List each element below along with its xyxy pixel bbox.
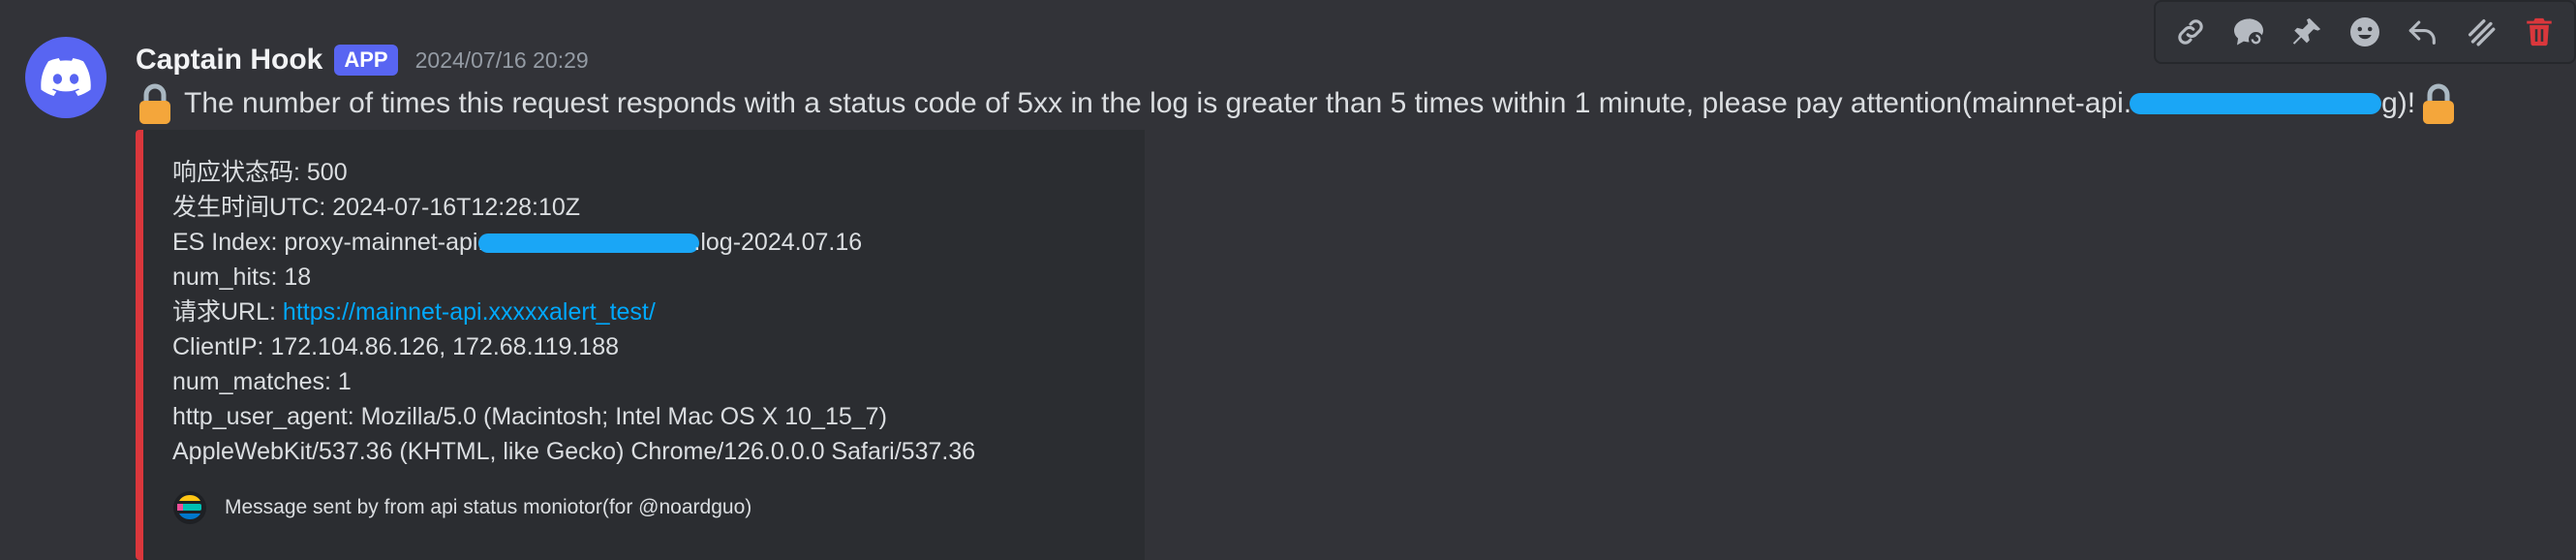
reply-icon (2408, 20, 2436, 45)
alert-embed: 响应状态码: 500 发生时间UTC: 2024-07-16T12:28:10Z… (136, 130, 1145, 560)
app-badge: APP (334, 45, 398, 76)
field-value: : 18 (270, 264, 312, 291)
redaction-mark (2130, 93, 2382, 114)
embed-field-time-utc: 发生时间UTC: 2024-07-16T12:28:10Z (172, 190, 975, 225)
message-text-start: The number of times this request respond… (184, 87, 2132, 119)
field-value: AppleWebKit/537.36 (KHTML, like Gecko) C… (172, 438, 976, 465)
embed-field-num-hits: num_hits: 18 (172, 260, 975, 295)
author-avatar[interactable] (25, 37, 107, 118)
field-label: 请求URL (172, 298, 270, 326)
embed-field-es-index: ES Index: proxy-mainnet-api. .log-2024.07… (172, 225, 975, 260)
embed-field-status-code: 响应状态码: 500 (172, 155, 975, 190)
field-label: 发生时间UTC (172, 194, 320, 221)
reply-button[interactable] (2401, 10, 2445, 54)
pin-message-button[interactable] (2285, 10, 2329, 54)
embed-field-num-matches: num_matches: 1 (172, 364, 975, 399)
pin-icon (2292, 17, 2321, 45)
field-value: : 172.104.86.126, 172.68.119.188 (257, 333, 620, 360)
link-icon (2178, 19, 2203, 45)
create-thread-button[interactable] (2226, 10, 2271, 54)
embed-field-client-ip: ClientIP: 172.104.86.126, 172.68.119.188 (172, 329, 975, 364)
lock-emoji-icon (2423, 83, 2455, 124)
field-label: ClientIP (172, 333, 258, 360)
delete-icon (2527, 17, 2552, 47)
field-label: num_matches (172, 368, 325, 395)
lock-emoji-icon (139, 83, 170, 124)
field-separator: : (269, 298, 283, 326)
field-value: : proxy-mainnet-api. (270, 229, 485, 256)
field-value: : 500 (293, 159, 348, 186)
embed-field-request-url: 请求URL: https://mainnet-api.xxxxxalert_te… (172, 295, 975, 329)
thread-icon (2234, 18, 2263, 47)
emoji-icon (2350, 17, 2379, 47)
copy-link-button[interactable] (2168, 10, 2213, 54)
elastic-logo-icon (173, 491, 206, 524)
message-header: Captain Hook APP 2024/07/16 20:29 (136, 39, 589, 81)
request-url-link[interactable]: https://mainnet-api.xxxxxalert_test/ (283, 298, 656, 326)
field-label: 响应状态码 (172, 159, 294, 186)
embed-fields: 响应状态码: 500 发生时间UTC: 2024-07-16T12:28:10Z… (172, 155, 975, 469)
apps-button[interactable] (2459, 10, 2503, 54)
field-value: : Mozilla/5.0 (Macintosh; Intel Mac OS X… (347, 403, 887, 430)
field-label: http_user_agent (172, 403, 348, 430)
discord-logo-icon (41, 58, 91, 96)
embed-field-user-agent-cont: AppleWebKit/537.36 (KHTML, like Gecko) C… (172, 434, 975, 469)
message-text-end: g)! (2381, 87, 2416, 119)
embed-footer-text: Message sent by from api status moniotor… (225, 496, 752, 518)
field-value: : 1 (324, 368, 352, 395)
message-timestamp[interactable]: 2024/07/16 20:29 (415, 47, 589, 74)
message-content: The number of times this request respond… (136, 81, 2458, 126)
apps-icon (2468, 18, 2496, 47)
add-reaction-button[interactable] (2343, 10, 2387, 54)
field-label: ES Index (172, 229, 271, 256)
author-name[interactable]: Captain Hook (136, 44, 322, 77)
delete-message-button[interactable] (2517, 10, 2561, 54)
embed-field-user-agent: http_user_agent: Mozilla/5.0 (Macintosh;… (172, 399, 975, 434)
embed-footer: Message sent by from api status moniotor… (172, 486, 751, 529)
field-value: : 2024-07-16T12:28:10Z (319, 194, 581, 221)
redaction-mark (478, 233, 700, 254)
field-value-suffix: .log-2024.07.16 (693, 229, 863, 256)
message-actions-toolbar (2154, 0, 2576, 64)
field-label: num_hits (172, 264, 271, 291)
